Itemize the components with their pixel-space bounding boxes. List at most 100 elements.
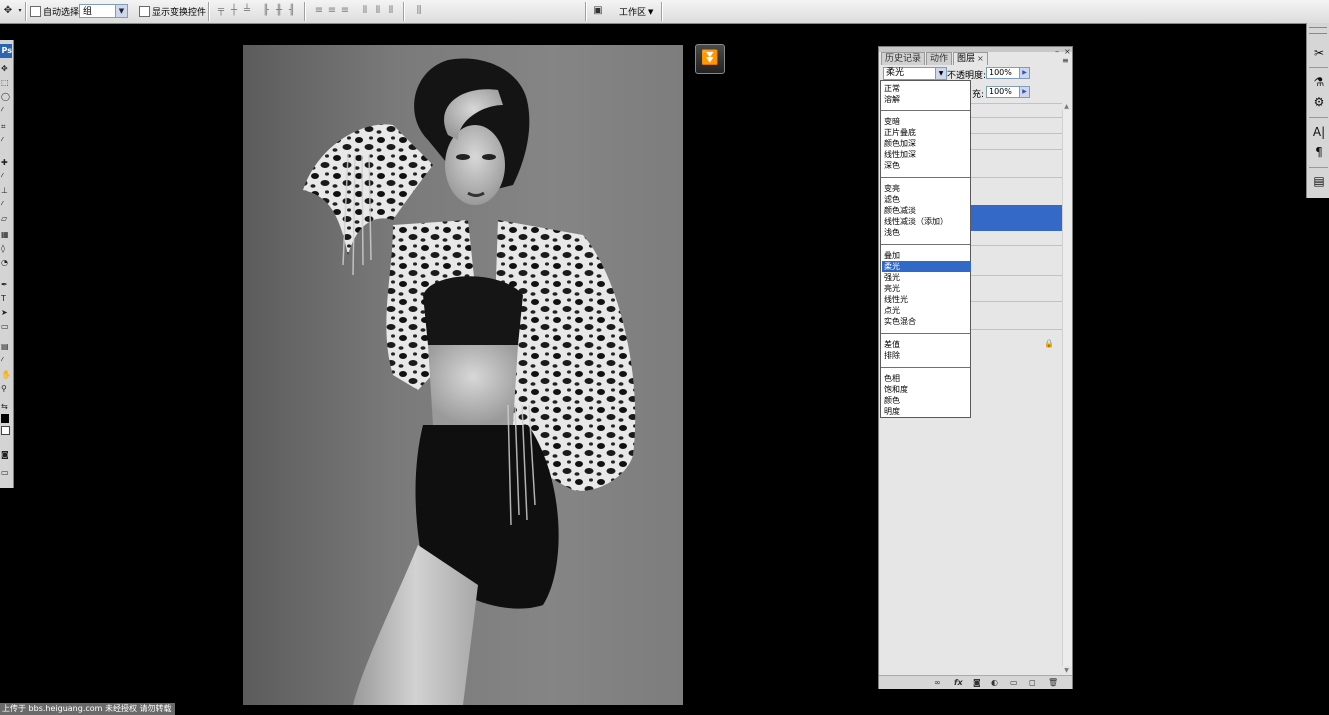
- show-transform-checkbox-group[interactable]: 显示变换控件: [139, 5, 206, 18]
- character-icon[interactable]: A|: [1311, 124, 1327, 140]
- blend-option[interactable]: 明度: [882, 406, 971, 417]
- canvas-image[interactable]: [243, 45, 683, 705]
- distribute-vcenter-icon[interactable]: ≡: [326, 5, 338, 17]
- blend-option[interactable]: 线性减淡（添加）: [882, 216, 971, 227]
- auto-align-icon[interactable]: ⫼: [413, 5, 425, 17]
- opacity-input[interactable]: 100% ▶: [986, 67, 1030, 79]
- shape-icon[interactable]: ▭: [1, 322, 11, 331]
- minimize-icon[interactable]: –: [1055, 47, 1059, 56]
- clone-source-icon[interactable]: ⚙: [1311, 94, 1327, 110]
- brushes-icon[interactable]: ⚗: [1311, 74, 1327, 90]
- blend-option[interactable]: 叠加: [882, 250, 971, 261]
- blend-option[interactable]: 滤色: [882, 194, 971, 205]
- paragraph-icon[interactable]: ¶: [1311, 144, 1327, 160]
- blend-option[interactable]: 线性加深: [882, 149, 971, 160]
- link-layers-icon[interactable]: ∞: [934, 678, 941, 687]
- chevron-right-icon[interactable]: ▶: [1019, 68, 1029, 78]
- tools-icon[interactable]: ✂: [1311, 45, 1327, 61]
- history-brush-icon[interactable]: ⁄: [1, 200, 11, 209]
- blend-option[interactable]: 颜色加深: [882, 138, 971, 149]
- close-icon[interactable]: ×: [1064, 47, 1071, 56]
- distribute-bottom-icon[interactable]: ≡: [339, 5, 351, 17]
- blend-option[interactable]: 正片叠底: [882, 127, 971, 138]
- adjustment-layer-icon[interactable]: ◐: [991, 678, 998, 687]
- align-top-icon[interactable]: ╤: [215, 5, 227, 17]
- quick-mask-icon[interactable]: ◙: [1, 450, 11, 459]
- distribute-right-icon[interactable]: ⫴: [385, 5, 397, 17]
- tab-layers[interactable]: 图层 ×: [953, 52, 988, 65]
- background-color-swatch[interactable]: [1, 426, 10, 435]
- blend-option-selected[interactable]: 柔光: [882, 261, 971, 272]
- trash-icon[interactable]: 🗑: [1048, 678, 1058, 687]
- layer-comps-icon[interactable]: ▤: [1311, 173, 1327, 189]
- blend-option[interactable]: 溶解: [882, 94, 971, 105]
- blend-option[interactable]: 差值: [882, 339, 971, 350]
- auto-select-checkbox-group[interactable]: 自动选择:: [30, 5, 82, 18]
- swap-colors-icon[interactable]: ⇆: [1, 402, 11, 411]
- tab-actions[interactable]: 动作: [926, 52, 953, 65]
- magic-wand-icon[interactable]: ⁄: [1, 106, 11, 115]
- align-hcenter-icon[interactable]: ╫: [273, 5, 285, 17]
- show-transform-checkbox[interactable]: [139, 6, 150, 17]
- close-tab-icon[interactable]: ×: [977, 54, 984, 63]
- new-group-icon[interactable]: ▭: [1010, 678, 1018, 687]
- blend-option[interactable]: 线性光: [882, 294, 971, 305]
- clone-stamp-icon[interactable]: ⊥: [1, 186, 11, 195]
- crop-icon[interactable]: ⌗: [1, 122, 11, 131]
- blend-option[interactable]: 浅色: [882, 227, 971, 238]
- healing-brush-icon[interactable]: ✚: [1, 158, 11, 167]
- move-tool-icon[interactable]: ✥: [2, 5, 14, 17]
- gradient-icon[interactable]: ▦: [1, 230, 11, 239]
- scroll-up-icon[interactable]: ▲: [1062, 103, 1071, 110]
- blend-option[interactable]: 色相: [882, 373, 971, 384]
- slice-icon[interactable]: ⁄: [1, 136, 11, 145]
- camera-icon[interactable]: ▣: [590, 5, 606, 17]
- pen-icon[interactable]: ✒: [1, 280, 11, 289]
- blend-option[interactable]: 变暗: [882, 116, 971, 127]
- scroll-down-icon[interactable]: ▼: [1062, 667, 1071, 674]
- notes-icon[interactable]: ▤: [1, 342, 11, 351]
- eraser-icon[interactable]: ▱: [1, 214, 11, 223]
- tab-history[interactable]: 历史记录: [881, 52, 926, 65]
- panel-menu-icon[interactable]: ≡: [1062, 56, 1069, 65]
- selected-layer-row[interactable]: [970, 205, 1062, 231]
- fx-icon[interactable]: fx: [954, 678, 963, 687]
- zoom-icon[interactable]: ⚲: [1, 384, 11, 393]
- lasso-icon[interactable]: ◯: [1, 92, 11, 101]
- auto-select-checkbox[interactable]: [30, 6, 41, 17]
- auto-select-dropdown[interactable]: 组 ▼: [79, 4, 128, 18]
- hand-icon[interactable]: ✋: [1, 370, 11, 379]
- marquee-icon[interactable]: ⬚: [1, 78, 11, 87]
- align-vcenter-icon[interactable]: ┼: [228, 5, 240, 17]
- align-right-icon[interactable]: ╢: [286, 5, 298, 17]
- chevron-right-icon[interactable]: ▶: [1019, 87, 1029, 97]
- blend-option[interactable]: 正常: [882, 83, 971, 94]
- blend-mode-select[interactable]: 柔光 ▼: [883, 67, 947, 80]
- dodge-icon[interactable]: ◔: [1, 258, 11, 267]
- align-bottom-icon[interactable]: ╧: [241, 5, 253, 17]
- distribute-left-icon[interactable]: ⫴: [359, 5, 371, 17]
- screen-mode-icon[interactable]: ▭: [1, 468, 11, 477]
- blend-option[interactable]: 亮光: [882, 283, 971, 294]
- double-chevron-down-icon[interactable]: ⏬: [695, 44, 725, 74]
- path-select-icon[interactable]: ➤: [1, 308, 11, 317]
- blend-option[interactable]: 饱和度: [882, 384, 971, 395]
- eyedropper-icon[interactable]: ⁄: [1, 356, 11, 365]
- distribute-hcenter-icon[interactable]: ⫴: [372, 5, 384, 17]
- blend-option[interactable]: 强光: [882, 272, 971, 283]
- blend-option[interactable]: 深色: [882, 160, 971, 171]
- workspace-menu[interactable]: 工作区 ▼: [619, 5, 653, 19]
- foreground-color-swatch[interactable]: [1, 414, 9, 423]
- add-mask-icon[interactable]: ◙: [973, 678, 981, 687]
- blend-option[interactable]: 变亮: [882, 183, 971, 194]
- fill-input[interactable]: 100% ▶: [986, 86, 1030, 98]
- blend-option[interactable]: 颜色: [882, 395, 971, 406]
- brush-icon[interactable]: ⁄: [1, 172, 11, 181]
- align-left-icon[interactable]: ╟: [260, 5, 272, 17]
- dock-grip-icon[interactable]: [1309, 27, 1327, 34]
- blur-icon[interactable]: ◊: [1, 244, 11, 253]
- new-layer-icon[interactable]: ◻: [1029, 678, 1036, 687]
- type-icon[interactable]: T: [1, 294, 11, 303]
- move-icon[interactable]: ✥: [1, 64, 11, 73]
- blend-option[interactable]: 颜色减淡: [882, 205, 971, 216]
